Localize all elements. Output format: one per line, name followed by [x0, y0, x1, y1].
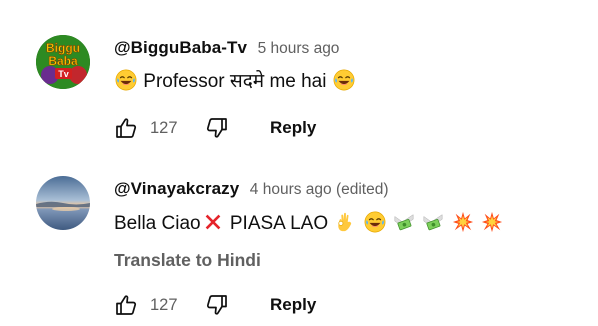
comment-actions: 127 Reply — [114, 114, 414, 142]
comment-body: Professor सदमे me hai — [143, 71, 327, 92]
avatar-text-biggu: Biggu — [46, 41, 80, 55]
money-wings-emoji-icon — [422, 211, 444, 233]
avatar[interactable] — [36, 176, 90, 230]
laughing-tears-emoji-icon — [364, 211, 386, 233]
dislike-icon[interactable] — [205, 293, 229, 317]
ok-hand-emoji-icon — [334, 211, 356, 233]
reply-button[interactable]: Reply — [270, 295, 316, 315]
laughing-tears-emoji-icon — [115, 69, 137, 91]
author-name[interactable]: @BigguBaba-Tv — [114, 38, 247, 57]
like-icon[interactable] — [114, 116, 138, 140]
like-count: 127 — [150, 296, 178, 314]
comment-text: Bella Ciao PIASA LAO — [114, 211, 504, 237]
collision-emoji-icon — [481, 211, 503, 233]
avatar-image — [36, 176, 90, 230]
comment-time[interactable]: 4 hours ago (edited) — [250, 181, 389, 198]
author-name[interactable]: @Vinayakcrazy — [114, 179, 239, 198]
like-icon[interactable] — [114, 293, 138, 317]
avatar-text-baba: Baba — [48, 54, 78, 68]
avatar-text-tv: Tv — [58, 69, 69, 79]
comment-header: @Vinayakcrazy 4 hours ago (edited) — [114, 179, 389, 200]
comment-time[interactable]: 5 hours ago — [258, 40, 340, 57]
collision-emoji-icon — [452, 211, 474, 233]
comment-text: Professor सदमे me hai — [114, 69, 356, 95]
dislike-icon[interactable] — [205, 116, 229, 140]
like-count: 127 — [150, 119, 178, 137]
comment-actions: 127 Reply — [114, 291, 414, 319]
money-wings-emoji-icon — [393, 211, 415, 233]
comment-body-part-1: Bella Ciao — [114, 213, 201, 234]
comment-header: @BigguBaba-Tv 5 hours ago — [114, 38, 339, 59]
avatar[interactable]: Biggu Baba Tv — [36, 35, 90, 89]
comment-body-part-2: PIASA LAO — [224, 213, 329, 234]
translate-link[interactable]: Translate to Hindi — [114, 249, 261, 271]
reply-button[interactable]: Reply — [270, 118, 316, 138]
cross-mark-emoji-icon — [202, 211, 224, 233]
laughing-tears-emoji-icon — [333, 69, 355, 91]
avatar-image: Biggu Baba Tv — [36, 35, 90, 89]
